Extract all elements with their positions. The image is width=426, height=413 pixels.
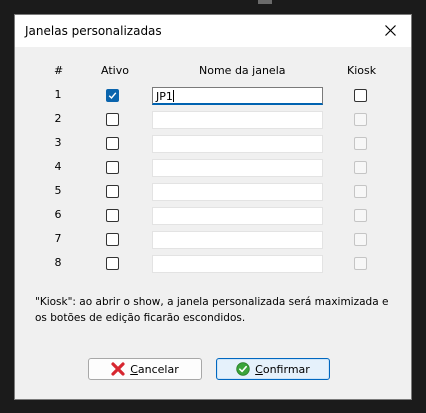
row-number: 4	[54, 160, 62, 173]
active-checkbox[interactable]	[106, 137, 119, 150]
window-name-input[interactable]: JP1	[152, 87, 323, 105]
checkmark-icon	[108, 92, 117, 100]
kiosk-checkbox	[354, 113, 367, 126]
kiosk-checkbox	[354, 209, 367, 222]
kiosk-note: "Kiosk": ao abrir o show, a janela perso…	[35, 296, 389, 324]
window-name-input[interactable]	[152, 255, 323, 273]
dialog-title: Janelas personalizadas	[25, 24, 162, 38]
window-name-input[interactable]	[152, 183, 323, 201]
window-name-input[interactable]	[152, 111, 323, 129]
active-checkbox[interactable]	[106, 185, 119, 198]
kiosk-checkbox	[354, 233, 367, 246]
active-checkbox[interactable]	[106, 161, 119, 174]
row-number: 2	[54, 112, 62, 125]
confirm-button[interactable]: Confirmar	[216, 358, 330, 380]
close-button[interactable]	[371, 15, 411, 47]
green-check-icon	[236, 362, 250, 376]
header-active: Ativo	[101, 64, 129, 77]
red-x-icon	[111, 362, 125, 376]
header-window-name: Nome da janela	[199, 64, 286, 77]
active-checkbox[interactable]	[106, 113, 119, 126]
window-name-input[interactable]	[152, 207, 323, 225]
active-checkbox[interactable]	[106, 257, 119, 270]
row-number: 5	[54, 184, 62, 197]
active-checkbox[interactable]	[106, 89, 119, 102]
cancel-label: Cancelar	[130, 362, 179, 376]
active-checkbox[interactable]	[106, 209, 119, 222]
custom-windows-dialog: Janelas personalizadas # Ativo Nome da j…	[14, 14, 412, 400]
row-number: 1	[54, 88, 62, 101]
text-caret	[172, 90, 174, 102]
kiosk-checkbox	[354, 137, 367, 150]
kiosk-checkbox	[354, 161, 367, 174]
row-number: 7	[54, 232, 62, 245]
confirm-label: Confirmar	[255, 362, 310, 376]
header-number: #	[54, 64, 64, 77]
window-resize-handle	[258, 0, 272, 4]
window-name-input[interactable]	[152, 159, 323, 177]
row-number: 8	[54, 256, 62, 269]
active-checkbox[interactable]	[106, 233, 119, 246]
row-number: 3	[54, 136, 62, 149]
window-name-value: JP1	[156, 90, 173, 103]
kiosk-checkbox	[354, 257, 367, 270]
header-kiosk: Kiosk	[347, 64, 377, 77]
kiosk-checkbox	[354, 185, 367, 198]
close-icon	[385, 25, 396, 36]
cancel-button[interactable]: Cancelar	[88, 358, 202, 380]
row-number: 6	[54, 208, 62, 221]
kiosk-checkbox[interactable]	[354, 89, 367, 102]
window-name-input[interactable]	[152, 135, 323, 153]
title-bar: Janelas personalizadas	[15, 15, 411, 47]
window-name-input[interactable]	[152, 231, 323, 249]
